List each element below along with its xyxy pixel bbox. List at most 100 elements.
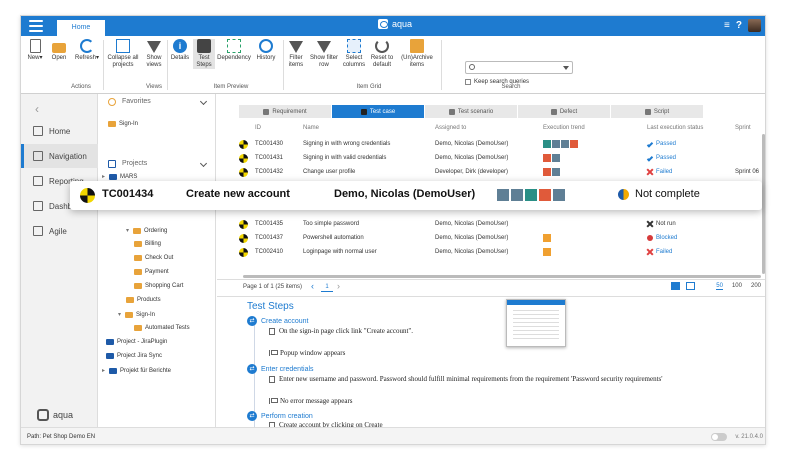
folder-icon <box>134 269 142 275</box>
test-steps-panel: Test Steps ⇄ Create account On the sign-i… <box>217 296 765 431</box>
new-button[interactable]: New▾ <box>25 39 45 62</box>
table-row[interactable]: TC001432 Change user profile Developer, Di… <box>217 166 765 180</box>
tab-defect[interactable]: Defect <box>518 105 610 118</box>
next-page-icon[interactable]: › <box>337 281 340 291</box>
collapse-all-projects-button[interactable]: Collapse all projects <box>105 39 141 69</box>
page-size-50[interactable]: 50 <box>716 283 723 290</box>
keep-search-checkbox[interactable] <box>465 79 471 85</box>
tree-node[interactable]: Check Out <box>134 255 173 261</box>
group-label-views: Views <box>146 84 162 90</box>
column-header-sprint[interactable]: Sprint <box>735 125 751 131</box>
filter-items-button[interactable]: Filter items <box>285 39 307 69</box>
tab-script[interactable]: Script <box>611 105 703 118</box>
sidebar-item-navigation[interactable]: Navigation <box>21 144 98 168</box>
select-columns-button[interactable]: Select columns <box>341 39 367 69</box>
tab-requirement[interactable]: Requirement <box>239 105 331 118</box>
tree-node[interactable]: ▾ Ordering <box>126 227 167 234</box>
table-row[interactable]: TC001437 Powershell automation Demo, Nicol… <box>217 232 765 246</box>
folder-icon <box>134 325 142 331</box>
table-row[interactable]: TC002410 Loginpage with normal user Demo, … <box>217 246 765 260</box>
step-1-header[interactable]: ⇄ Create account <box>247 316 308 326</box>
list-view-icon[interactable] <box>686 282 695 290</box>
test-case-icon <box>239 248 248 257</box>
screenshot-thumbnail[interactable] <box>506 299 566 347</box>
trend-bar <box>552 140 560 148</box>
trend-bar <box>497 189 509 201</box>
hamburger-menu-icon[interactable] <box>29 20 43 32</box>
chevron-down-icon[interactable] <box>199 97 208 106</box>
page-size-200[interactable]: 200 <box>751 283 761 290</box>
help-icon[interactable]: ? <box>736 20 742 31</box>
reset-to-default-button[interactable]: Reset to default <box>369 39 395 69</box>
dependency-button[interactable]: Dependency <box>217 39 251 62</box>
row-execution-trend <box>543 140 578 148</box>
filter-settings-icon[interactable]: ≡ <box>724 20 730 31</box>
row-name: Powershell automation <box>303 235 364 241</box>
defect-icon <box>550 108 557 115</box>
history-button[interactable]: History <box>253 39 279 62</box>
page-size-100[interactable]: 100 <box>732 283 742 290</box>
step-2-header[interactable]: ⇄ Enter credentials <box>247 364 314 374</box>
prev-page-icon[interactable]: ‹ <box>311 281 314 291</box>
project-icon <box>106 339 114 345</box>
item-type-tabs: Requirement Test case Test scenario Defe… <box>239 105 765 118</box>
tree-node[interactable]: Billing <box>134 241 161 247</box>
favorites-header[interactable]: Favorites <box>98 96 216 108</box>
row-assigned: Demo, Nicolas (DemoUser) <box>435 155 509 161</box>
show-views-button[interactable]: Show views <box>143 39 165 69</box>
navigation-icon <box>33 151 43 161</box>
sidebar-item-agile[interactable]: Agile <box>21 219 98 243</box>
tree-node[interactable]: Project Jira Sync <box>106 353 162 359</box>
column-header-last-execution-status[interactable]: Last execution status <box>647 125 703 131</box>
page-number-button[interactable]: 1 <box>321 282 333 292</box>
table-row[interactable]: TC001430 Signing in with wrong credential… <box>217 138 765 152</box>
theme-toggle[interactable] <box>711 433 727 441</box>
grid-vertical-scrollbar[interactable] <box>762 134 765 274</box>
app-brand: aqua <box>378 19 412 29</box>
trend-bar <box>552 154 560 162</box>
tree-node[interactable]: Automated Tests <box>134 325 190 331</box>
column-header-execution-trend[interactable]: Execution trend <box>543 125 585 131</box>
tree-node[interactable]: Products <box>126 297 161 303</box>
refresh-button[interactable]: Refresh▾ <box>73 39 101 62</box>
tab-test-scenario[interactable]: Test scenario <box>425 105 517 118</box>
test-steps-button[interactable]: Test Steps <box>193 39 215 69</box>
column-header-assigned-to[interactable]: Assigned to <box>435 125 466 131</box>
step-3-header[interactable]: ⇄ Perform creation <box>247 411 313 421</box>
highlighted-test-case-row[interactable]: TC001434 Create new account Demo, Nicola… <box>70 181 762 210</box>
show-filter-row-button[interactable]: Show filter row <box>309 39 339 69</box>
keep-search-queries[interactable]: Keep search queries <box>465 79 529 85</box>
details-button[interactable]: i Details <box>169 39 191 62</box>
trend-bar <box>511 189 523 201</box>
grid-horizontal-scrollbar[interactable] <box>243 275 761 278</box>
row-id: TC001432 <box>255 169 284 175</box>
tree-node[interactable]: Shopping Cart <box>134 283 183 289</box>
table-row[interactable]: TC001431 Signing in with valid credential… <box>217 152 765 166</box>
chevron-down-icon[interactable] <box>563 66 569 70</box>
column-header-id[interactable]: ID <box>255 125 261 131</box>
search-input[interactable] <box>465 61 573 74</box>
open-button[interactable]: Open <box>49 39 69 62</box>
tab-test-case[interactable]: Test case <box>332 105 424 118</box>
trend-bar <box>525 189 537 201</box>
grid-view-icon[interactable] <box>671 282 680 290</box>
column-header-name[interactable]: Name <box>303 125 319 131</box>
test-case-icon <box>360 108 367 115</box>
unarchive-items-button[interactable]: (Un)Archive items <box>397 39 437 69</box>
tree-node[interactable]: Payment <box>134 269 169 275</box>
tab-home[interactable]: Home <box>57 20 105 36</box>
back-chevron-icon[interactable]: ‹ <box>35 102 39 116</box>
row-id: TC002410 <box>255 249 284 255</box>
user-avatar[interactable] <box>748 19 761 32</box>
chevron-down-icon[interactable] <box>199 159 208 168</box>
tree-node[interactable]: ▸ MARS <box>102 173 137 180</box>
favorite-item[interactable]: Sign-In <box>108 121 138 127</box>
sidebar-item-home[interactable]: Home <box>21 119 98 143</box>
table-row[interactable]: TC001435 Too simple password Demo, Nicolas… <box>217 218 765 232</box>
tree-node[interactable]: ▸ Projekt für Berichte <box>102 367 171 374</box>
script-icon <box>644 108 651 115</box>
tree-node[interactable]: Project - JiraPlugin <box>106 339 167 345</box>
tree-node[interactable]: ▾ Sign-In <box>118 311 155 318</box>
projects-header[interactable]: Projects <box>98 158 216 170</box>
test-case-icon <box>239 220 248 229</box>
